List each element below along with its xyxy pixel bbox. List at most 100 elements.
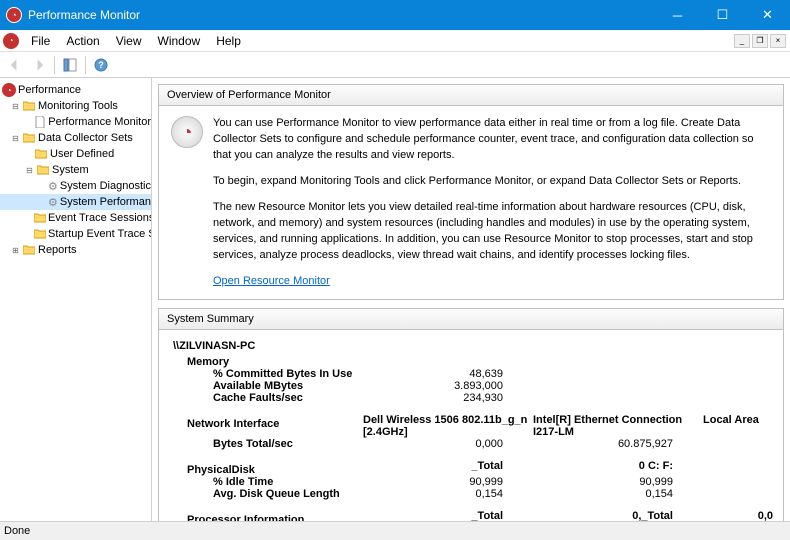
menu-window[interactable]: Window [150,32,209,50]
maximize-button[interactable]: ☐ [700,0,745,30]
tree-system[interactable]: ⊟ System [0,162,151,178]
tree-system-diagnostics[interactable]: ⚙System Diagnostics [0,178,151,194]
minimize-button[interactable]: ─ [655,0,700,30]
tree-startup-event-trace-sessions[interactable]: Startup Event Trace Sessions [0,226,151,242]
folder-icon [36,163,50,177]
folder-icon [34,227,46,241]
overview-text-1: You can use Performance Monitor to view … [213,116,771,164]
metric-value: 3.893,000 [403,380,533,392]
column-header: _Total [403,510,533,521]
system-summary-panel: System Summary \\ZILVINASN-PC Memory % C… [158,308,784,521]
menu-help[interactable]: Help [208,32,249,50]
menu-action[interactable]: Action [58,32,107,50]
metric-value: 48,639 [403,368,533,380]
expander-icon[interactable]: ⊟ [24,165,35,176]
metric-label: % Committed Bytes In Use [173,368,403,380]
forward-button [28,54,50,76]
overview-text-3: The new Resource Monitor lets you view d… [213,200,771,264]
tree-data-collector-sets[interactable]: ⊟ Data Collector Sets [0,130,151,146]
show-hide-tree-button[interactable] [59,54,81,76]
tree-label: System Performance [60,196,152,208]
metric-value: 60.875,927 [533,438,703,450]
metric-value: 90,999 [403,476,533,488]
open-resource-monitor-link[interactable]: Open Resource Monitor [213,274,330,290]
metric-value: 234,930 [403,392,533,404]
folder-icon [34,211,46,225]
menubar: ◔ File Action View Window Help _ ❐ × [0,30,790,52]
page-icon [34,115,46,129]
column-header: 0 C: F: [533,460,703,476]
navigation-tree[interactable]: ◔Performance ⊟ Monitoring Tools Performan… [0,78,152,521]
tree-user-defined[interactable]: User Defined [0,146,151,162]
tree-label: System [52,164,89,176]
toolbar: ? [0,52,790,78]
performance-icon: ◔ [2,83,16,97]
tree-label: Performance Monitor [48,116,151,128]
tree-label: Reports [38,244,77,256]
metric-label: Avg. Disk Queue Length [173,488,403,500]
status-text: Done [4,525,30,537]
gear-icon: ⚙ [48,195,58,209]
svg-text:?: ? [98,60,104,70]
titlebar: ◔ Performance Monitor ─ ☐ ✕ [0,0,790,30]
mdi-restore-button[interactable]: ❐ [752,34,768,48]
metric-label: Bytes Total/sec [173,438,403,450]
column-header: 0,0 [703,510,783,521]
expander-icon[interactable]: ⊟ [10,101,21,112]
expander-icon[interactable]: ⊞ [10,245,21,256]
folder-icon [22,99,36,113]
back-button [4,54,26,76]
mdi-minimize-button[interactable]: _ [734,34,750,48]
memory-category: Memory [187,356,769,368]
overview-text-2: To begin, expand Monitoring Tools and cl… [213,174,771,190]
tree-system-performance[interactable]: ⚙System Performance [0,194,151,210]
column-header: Local Area [703,414,783,438]
metric-value: 90,999 [533,476,703,488]
mdi-close-button[interactable]: × [770,34,786,48]
overview-panel: Overview of Performance Monitor ◔ You ca… [158,84,784,300]
column-header: _Total [403,460,533,476]
content-pane[interactable]: Overview of Performance Monitor ◔ You ca… [152,78,790,521]
system-summary-body[interactable]: \\ZILVINASN-PC Memory % Committed Bytes … [159,330,783,521]
system-summary-title: System Summary [159,309,783,330]
overview-icon: ◔ [171,116,203,148]
tree-label: Data Collector Sets [38,132,133,144]
expander-icon[interactable]: ⊟ [10,133,21,144]
metric-value: 0,000 [403,438,533,450]
metric-label: Cache Faults/sec [173,392,403,404]
folder-icon [34,147,48,161]
close-button[interactable]: ✕ [745,0,790,30]
metric-value: 0,154 [403,488,533,500]
tree-monitoring-tools[interactable]: ⊟ Monitoring Tools [0,98,151,114]
folder-icon [22,131,36,145]
metric-value: 0,154 [533,488,703,500]
tree-label: System Diagnostics [60,180,152,192]
tree-performance[interactable]: ◔Performance [0,82,151,98]
app-icon-small: ◔ [3,33,19,49]
app-icon: ◔ [6,7,22,23]
menu-view[interactable]: View [108,32,150,50]
tree-reports[interactable]: ⊞ Reports [0,242,151,258]
tree-event-trace-sessions[interactable]: Event Trace Sessions [0,210,151,226]
tree-label: Performance [18,84,81,96]
tree-label: Monitoring Tools [38,100,118,112]
tree-label: Event Trace Sessions [48,212,152,224]
column-header: Dell Wireless 1506 802.11b_g_n [2.4GHz] [363,414,533,438]
overview-title: Overview of Performance Monitor [159,85,783,106]
tree-label: User Defined [50,148,114,160]
tree-performance-monitor[interactable]: Performance Monitor [0,114,151,130]
column-header: 0,_Total [533,510,703,521]
disk-category: PhysicalDisk [187,464,403,476]
status-bar: Done [0,521,790,540]
column-header: Intel[R] Ethernet Connection I217-LM [533,414,703,438]
metric-label: % Idle Time [173,476,403,488]
window-title: Performance Monitor [28,8,140,22]
folder-icon [22,243,36,257]
computer-name: \\ZILVINASN-PC [173,340,769,352]
tree-label: Startup Event Trace Sessions [48,228,152,240]
processor-category: Processor Information [187,514,403,521]
metric-label: Available MBytes [173,380,403,392]
gear-icon: ⚙ [48,179,58,193]
menu-file[interactable]: File [23,32,58,50]
help-button[interactable]: ? [90,54,112,76]
